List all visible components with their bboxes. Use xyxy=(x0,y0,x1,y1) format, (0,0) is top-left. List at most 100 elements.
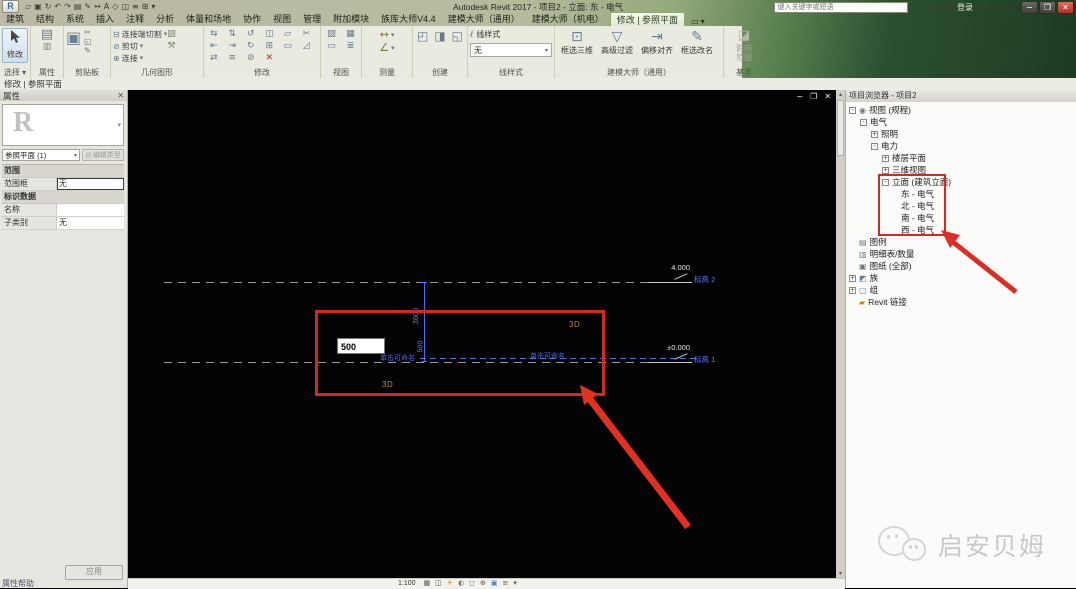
ribbon-tab[interactable]: 协作 xyxy=(237,11,267,26)
tree-expander-icon[interactable]: + xyxy=(849,287,856,294)
view-control-icon[interactable]: ☀ xyxy=(447,579,453,588)
modeling-master-button[interactable]: ✎ 框选改名 xyxy=(677,28,717,67)
chevron-down-icon[interactable]: ▾ xyxy=(140,42,144,50)
modify-tool-icon[interactable]: ⇆ xyxy=(206,28,222,40)
infocenter-icon[interactable]: ⚉ xyxy=(946,2,953,14)
close-icon[interactable]: ✕ xyxy=(117,91,124,100)
property-row[interactable]: 名称 xyxy=(2,204,124,217)
edit-type-button[interactable]: ▤ 编辑类型 xyxy=(82,149,124,161)
tree-item[interactable]: - ◉ 视图 (规程) xyxy=(846,104,1076,116)
geometry-tool[interactable]: ⊕ 连接 ▾ xyxy=(113,52,167,64)
modify-tool-icon[interactable]: ⊞ xyxy=(262,40,278,52)
modeling-master-button[interactable]: ⊡ 框选三维 xyxy=(557,28,597,67)
tree-item[interactable]: + 照明 xyxy=(846,128,1076,140)
geometry-tool[interactable]: ⊟ 连接端切割 ▾ xyxy=(113,28,167,40)
view-control-icon[interactable]: ◐ xyxy=(458,579,464,588)
measure-tool[interactable]: ↔ ▾ xyxy=(364,28,410,41)
view-control-icon[interactable]: ▾ xyxy=(513,579,517,588)
create-tool-icon[interactable]: ◱ xyxy=(450,28,465,44)
level-1-elevation[interactable]: ±0.000 xyxy=(642,343,690,352)
ribbon-tab[interactable]: 系统 xyxy=(60,11,90,26)
geometry-side-icon[interactable]: ⚒ xyxy=(167,40,176,52)
apply-button[interactable]: 应用 xyxy=(65,565,123,580)
tree-item-label[interactable]: 电气 xyxy=(870,116,887,128)
tree-item-label[interactable]: 明细表/数量 xyxy=(870,248,915,260)
modify-tool-icon[interactable]: ↻ xyxy=(243,40,259,52)
help-icon[interactable]: ▾ xyxy=(983,2,987,14)
view-control-icon[interactable]: ⊕ xyxy=(480,579,486,588)
tree-item-label[interactable]: 楼层平面 xyxy=(892,152,926,164)
tree-item-label[interactable]: 照明 xyxy=(881,128,898,140)
clipboard-tool-icon[interactable]: ✂ xyxy=(84,28,92,37)
view-window-control-button[interactable]: ✕ xyxy=(824,92,831,101)
tree-item-label[interactable]: 图例 xyxy=(870,236,887,248)
level-1-name[interactable]: 标高 1 xyxy=(694,354,715,365)
tree-item[interactable]: ▥ 明细表/数量 xyxy=(846,248,1076,260)
modify-tool-icon[interactable]: ⊘ xyxy=(243,52,259,64)
canvas-vertical-scrollbar[interactable]: ▴ ▾ xyxy=(836,90,845,578)
view-tool-icon[interactable]: ▦ xyxy=(342,28,359,40)
chevron-down-icon[interactable]: ▾ xyxy=(391,31,395,39)
tree-item[interactable]: + 楼层平面 xyxy=(846,152,1076,164)
line-style-select[interactable]: 无 ▾ xyxy=(470,43,552,57)
ribbon-tab[interactable]: 建筑 xyxy=(0,11,30,26)
properties-icon[interactable]: ▤ xyxy=(33,28,61,42)
modify-tool-icon[interactable]: ≡ xyxy=(225,52,241,64)
modify-tool-icon[interactable]: ⇄ xyxy=(206,52,222,64)
view-scale[interactable]: 1:100 xyxy=(398,579,416,588)
geometry-side-icon[interactable]: ▨ xyxy=(167,28,176,40)
tree-item[interactable]: + ▢ 组 xyxy=(846,284,1076,296)
tree-item[interactable]: + ◩ 族 xyxy=(846,272,1076,284)
ribbon-toggle-icon[interactable]: ▭ xyxy=(691,17,699,26)
property-row[interactable]: 范围框 无 xyxy=(2,178,124,191)
tree-item-label[interactable]: 图纸 (全部) xyxy=(870,260,912,272)
help-search-input[interactable] xyxy=(774,2,908,13)
tree-expander-icon[interactable]: + xyxy=(871,131,878,138)
modeling-master-button[interactable]: ⇥ 偏移对齐 xyxy=(637,28,677,67)
scrollbar-thumb[interactable] xyxy=(837,100,844,156)
level-2-name[interactable]: 标高 2 xyxy=(694,274,715,285)
project-browser-title[interactable]: 项目浏览器 - 项目2 xyxy=(846,90,1076,102)
view-control-icon[interactable]: ▦ xyxy=(424,579,431,588)
create-tool-icon[interactable]: ◰ xyxy=(415,28,430,44)
tree-expander-icon[interactable]: - xyxy=(871,143,878,150)
tree-item-label[interactable]: 组 xyxy=(870,284,879,296)
infocenter-icon[interactable]: ↻ xyxy=(926,2,933,14)
scroll-up-icon[interactable]: ▴ xyxy=(836,90,845,99)
properties-palette-header[interactable]: 属性 ✕ xyxy=(0,90,127,101)
element-properties-icon[interactable]: ▥ xyxy=(33,42,61,52)
modify-tool-icon[interactable]: ⇅ xyxy=(225,28,241,40)
ribbon-tab[interactable]: 视图 xyxy=(267,11,297,26)
tree-item[interactable]: - 电气 xyxy=(846,116,1076,128)
level-2-line[interactable] xyxy=(164,282,648,283)
modify-tool-icon[interactable]: ◫ xyxy=(262,28,278,40)
modify-tool-icon[interactable]: ▭ xyxy=(280,40,296,52)
property-row[interactable]: 范围 xyxy=(2,165,124,178)
modeling-master-button[interactable]: ▽ 高级过滤 xyxy=(597,28,637,67)
create-tool-icon[interactable]: ◨ xyxy=(432,28,447,44)
properties-help-link[interactable]: 属性帮助 xyxy=(2,578,34,589)
view-control-icon[interactable]: ▣ xyxy=(491,579,498,588)
ribbon-tab[interactable]: 注释 xyxy=(120,11,150,26)
help-icon[interactable]: ? xyxy=(1000,2,1004,14)
help-icon[interactable]: ▾ xyxy=(1007,2,1011,14)
level-2-elevation[interactable]: 4.000 xyxy=(642,263,690,272)
ribbon-tab[interactable]: 体量和场地 xyxy=(180,11,237,26)
view-tool-icon[interactable]: ▭ xyxy=(323,40,340,52)
tree-item-label[interactable]: 电力 xyxy=(881,140,898,152)
tree-item-label[interactable]: 族 xyxy=(870,272,879,284)
ribbon-toggle-icon[interactable]: ▾ xyxy=(701,17,705,26)
modify-tool-icon[interactable]: ✂ xyxy=(299,28,315,40)
help-icon[interactable]: ✕ xyxy=(990,2,997,14)
view-control-icon[interactable]: ◫ xyxy=(435,579,442,588)
chevron-down-icon[interactable]: ▾ xyxy=(140,54,144,62)
chevron-down-icon[interactable]: ▾ xyxy=(391,44,395,52)
property-value[interactable]: 无 xyxy=(57,178,124,190)
tree-expander-icon[interactable]: - xyxy=(849,107,856,114)
view-tool-icon[interactable]: ≣ xyxy=(342,40,359,52)
category-filter-select[interactable]: 参照平面 (1) ▾ xyxy=(2,149,80,161)
tree-item-label[interactable]: 视图 (规程) xyxy=(869,104,911,116)
modify-tool-icon[interactable]: ⇥ xyxy=(225,40,241,52)
view-control-icon[interactable]: ≡ xyxy=(502,579,508,588)
tree-expander-icon[interactable]: - xyxy=(860,119,867,126)
